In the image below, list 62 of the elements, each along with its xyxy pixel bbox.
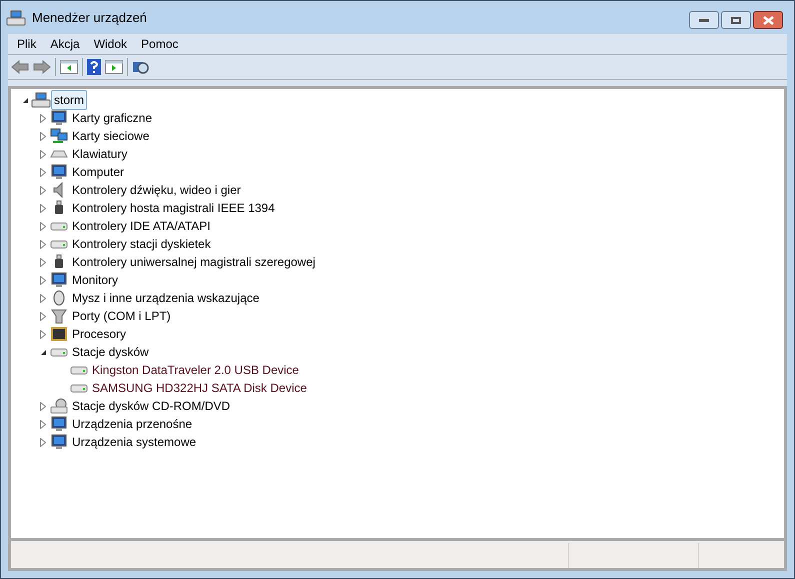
- tree-item[interactable]: Mysz i inne urządzenia wskazujące: [69, 288, 262, 308]
- expand-arrow-icon[interactable]: [40, 402, 46, 410]
- menu-item[interactable]: Akcja: [44, 35, 86, 53]
- menu-item[interactable]: Pomoc: [135, 35, 184, 53]
- disc-drive-icon: [50, 398, 68, 414]
- close-icon: [762, 16, 774, 24]
- chip-icon: [50, 326, 68, 342]
- expand-arrow-icon[interactable]: [40, 240, 46, 248]
- tree-item[interactable]: Karty graficzne: [69, 108, 156, 128]
- tree-item[interactable]: Klawiatury: [69, 144, 130, 164]
- panel-icon[interactable]: [60, 60, 78, 74]
- tree-item[interactable]: Urządzenia przenośne: [69, 414, 196, 434]
- tree-item[interactable]: Kingston DataTraveler 2.0 USB Device: [89, 360, 302, 380]
- tree-item[interactable]: Kontrolery stacji dyskietek: [69, 234, 214, 254]
- computer-icon: [31, 92, 51, 108]
- expand-arrow-icon[interactable]: [40, 114, 46, 122]
- tree-item[interactable]: Urządzenia systemowe: [69, 432, 200, 452]
- tree-item[interactable]: Stacje dysków: [69, 342, 152, 362]
- menu-item[interactable]: Widok: [88, 35, 134, 53]
- tree-item[interactable]: Kontrolery hosta magistrali IEEE 1394: [69, 198, 278, 218]
- panel-icon[interactable]: [105, 60, 123, 74]
- collapse-arrow-icon[interactable]: [40, 348, 46, 356]
- menu-item[interactable]: Plik: [11, 35, 42, 53]
- expand-arrow-icon[interactable]: [40, 204, 46, 212]
- expand-arrow-icon[interactable]: [40, 222, 46, 230]
- monitor-icon: [50, 110, 68, 126]
- network-icon: [50, 128, 68, 144]
- tree-item[interactable]: Komputer: [69, 162, 128, 182]
- expand-arrow-icon[interactable]: [40, 186, 46, 194]
- expand-arrow-icon[interactable]: [40, 330, 46, 338]
- tree-item[interactable]: storm: [51, 90, 87, 110]
- forward-arrow-icon[interactable]: [33, 60, 51, 74]
- maximize-button[interactable]: [721, 11, 751, 29]
- help-icon[interactable]: [87, 59, 101, 75]
- expand-arrow-icon[interactable]: [40, 150, 46, 158]
- window-title: Menedżer urządzeń: [32, 8, 147, 27]
- tree-item[interactable]: Procesory: [69, 324, 130, 344]
- expand-arrow-icon[interactable]: [40, 420, 46, 428]
- computer-icon: [6, 10, 26, 26]
- tree-item[interactable]: Kontrolery dźwięku, wideo i gier: [69, 180, 244, 200]
- tree-item[interactable]: SAMSUNG HD322HJ SATA Disk Device: [89, 378, 310, 398]
- expand-arrow-icon[interactable]: [40, 312, 46, 320]
- tree-item[interactable]: Kontrolery IDE ATA/ATAPI: [69, 216, 214, 236]
- tree-item[interactable]: Karty sieciowe: [69, 126, 152, 146]
- minimize-button[interactable]: [689, 11, 719, 29]
- tree-item[interactable]: Monitory: [69, 270, 122, 290]
- expand-arrow-icon[interactable]: [40, 438, 46, 446]
- expand-arrow-icon[interactable]: [40, 294, 46, 302]
- collapse-arrow-icon[interactable]: [22, 96, 28, 104]
- tree-item[interactable]: Porty (COM i LPT): [69, 306, 174, 326]
- expand-arrow-icon[interactable]: [40, 276, 46, 284]
- monitor-icon: [50, 434, 68, 450]
- monitor-icon: [50, 164, 68, 180]
- expand-arrow-icon[interactable]: [40, 168, 46, 176]
- monitor-icon: [50, 272, 68, 288]
- tree-item[interactable]: Kontrolery uniwersalnej magistrali szeregowej: [69, 252, 318, 272]
- close-button[interactable]: [753, 11, 783, 29]
- expand-arrow-icon[interactable]: [40, 258, 46, 266]
- expand-arrow-icon[interactable]: [40, 132, 46, 140]
- tree-item[interactable]: Stacje dysków CD-ROM/DVD: [69, 396, 234, 416]
- monitor-icon: [50, 416, 68, 432]
- back-arrow-icon[interactable]: [11, 60, 29, 74]
